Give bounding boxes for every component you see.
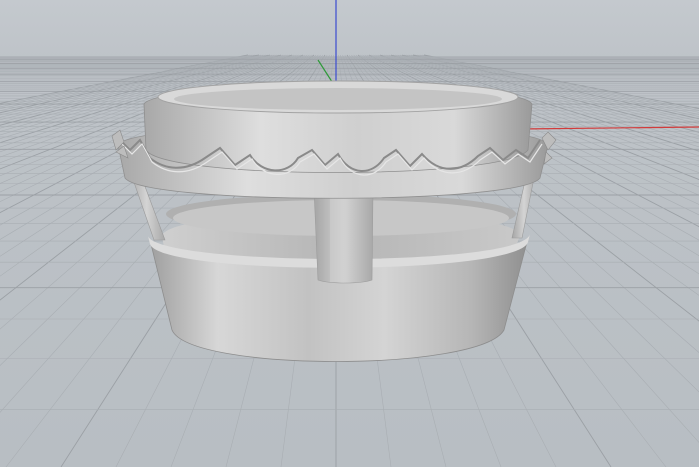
center-post-shade xyxy=(330,192,348,282)
3d-viewport[interactable] xyxy=(0,0,699,467)
top-opening-inner xyxy=(174,88,502,110)
viewport-canvas[interactable] xyxy=(0,0,699,467)
ring-crown-model[interactable] xyxy=(111,80,557,362)
